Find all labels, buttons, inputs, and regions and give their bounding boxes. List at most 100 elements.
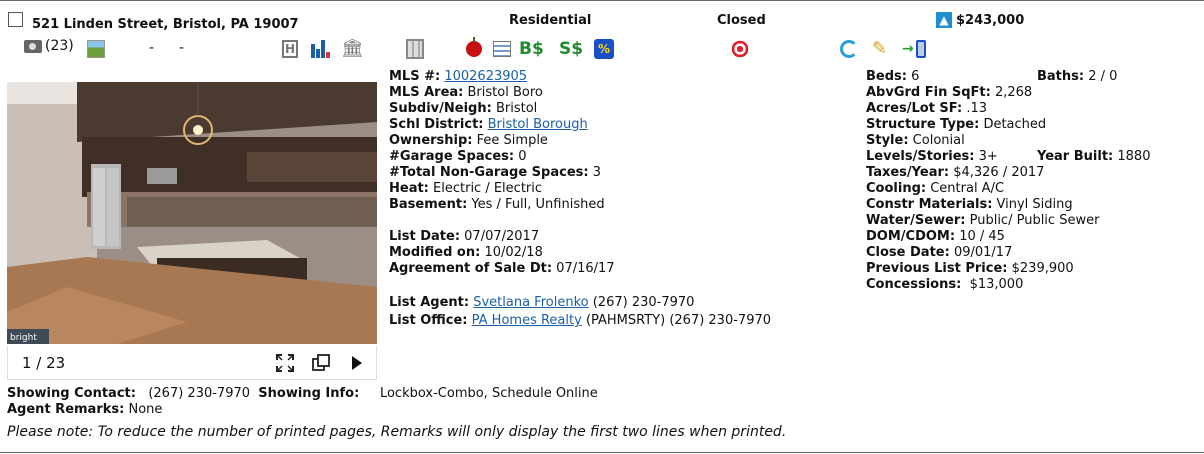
field-label: Baths: bbox=[1037, 69, 1085, 84]
listing-photo[interactable]: bright bbox=[7, 82, 377, 344]
field-label: #Total Non-Garage Spaces: bbox=[389, 165, 589, 180]
edit-button[interactable]: ✎ bbox=[872, 38, 892, 60]
fullscreen-button[interactable] bbox=[274, 352, 296, 374]
popout-button[interactable] bbox=[310, 352, 332, 374]
listing-status: Closed bbox=[717, 13, 766, 28]
field-label: Previous List Price: bbox=[866, 261, 1008, 276]
listing-price: ▲ $243,000 bbox=[936, 12, 1024, 28]
listing-details-right-extra: Baths: 2 / 0 Year Built: 1880 bbox=[1037, 69, 1150, 165]
schools-button[interactable] bbox=[466, 37, 482, 60]
showing-info-label: Showing Info: bbox=[258, 386, 360, 401]
photo-count-button[interactable]: (23) bbox=[24, 38, 74, 54]
refresh-icon bbox=[840, 40, 858, 58]
field-value: 07/16/17 bbox=[556, 261, 615, 276]
placeholder-dash: - bbox=[179, 40, 185, 56]
school-district-row: Schl District: Bristol Borough bbox=[389, 117, 771, 133]
listing-address[interactable]: 521 Linden Street, Bristol, PA 19007 bbox=[32, 17, 299, 32]
edit-icon: ✎ bbox=[872, 38, 888, 59]
year-built-row: Year Built: 1880 bbox=[1037, 149, 1150, 165]
popout-icon bbox=[312, 354, 330, 371]
list-agent-link[interactable]: Svetlana Frolenko bbox=[473, 295, 588, 310]
field-value: 6 bbox=[911, 69, 920, 84]
field-value: Bristol Boro bbox=[467, 85, 543, 100]
subdivision-row: Subdiv/Neigh: Bristol bbox=[389, 101, 771, 117]
construction-row: Constr Materials: Vinyl Siding bbox=[866, 197, 1099, 213]
map-icon bbox=[406, 39, 424, 59]
field-label: #Garage Spaces: bbox=[389, 149, 515, 164]
heat-row: Heat: Electric / Electric bbox=[389, 181, 771, 197]
field-label: Heat: bbox=[389, 181, 429, 196]
refresh-button[interactable] bbox=[840, 38, 858, 60]
kitchen-photo-image: bright bbox=[7, 82, 377, 344]
camera-icon bbox=[24, 39, 42, 53]
school-district-link[interactable]: Bristol Borough bbox=[488, 117, 588, 132]
target-button[interactable] bbox=[731, 38, 749, 60]
tax-records-button[interactable]: 🏛 bbox=[341, 38, 364, 60]
field-value: 3+ bbox=[978, 149, 998, 164]
list-date-row: List Date: 07/07/2017 bbox=[389, 229, 771, 245]
bottom-divider bbox=[0, 452, 1204, 453]
gallery-icon bbox=[87, 40, 105, 58]
placeholder-dash: - bbox=[149, 40, 155, 56]
field-value: 07/07/2017 bbox=[464, 229, 540, 244]
ownership-row: Ownership: Fee Simple bbox=[389, 133, 771, 149]
field-label: DOM/CDOM: bbox=[866, 229, 956, 244]
photo-count: (23) bbox=[45, 38, 74, 54]
property-type: Residential bbox=[509, 13, 592, 28]
field-value: Vinyl Siding bbox=[996, 197, 1073, 212]
school-apple-icon bbox=[466, 37, 482, 57]
non-garage-spaces-row: #Total Non-Garage Spaces: 3 bbox=[389, 165, 771, 181]
water-sewer-row: Water/Sewer: Public/ Public Sewer bbox=[866, 213, 1099, 229]
top-divider bbox=[0, 0, 1204, 1]
field-value: $13,000 bbox=[969, 277, 1024, 292]
showing-info-value: Lockbox-Combo, Schedule Online bbox=[379, 386, 598, 401]
mortgage-button[interactable]: % bbox=[594, 38, 614, 60]
field-value: Public/ Public Sewer bbox=[969, 213, 1100, 228]
map-button[interactable] bbox=[406, 38, 424, 60]
field-value: Colonial bbox=[912, 133, 965, 148]
agreement-date-row: Agreement of Sale Dt: 07/16/17 bbox=[389, 261, 771, 277]
field-label: Constr Materials: bbox=[866, 197, 993, 212]
field-value: 10/02/18 bbox=[484, 245, 543, 260]
field-label: AbvGrd Fin SqFt: bbox=[866, 85, 991, 100]
list-office-link[interactable]: PA Homes Realty bbox=[472, 313, 582, 328]
field-value: 2 / 0 bbox=[1088, 69, 1118, 84]
gallery-button[interactable] bbox=[87, 38, 105, 60]
field-value: 1880 bbox=[1117, 149, 1151, 164]
basement-row: Basement: Yes / Full, Unfinished bbox=[389, 197, 771, 213]
play-next-icon bbox=[352, 356, 362, 370]
next-photo-button[interactable] bbox=[346, 352, 368, 374]
listing-details-left: MLS #: 1002623905 MLS Area: Bristol Boro… bbox=[389, 69, 771, 329]
previous-price-row: Previous List Price: $239,900 bbox=[866, 261, 1099, 277]
field-label: Concessions: bbox=[866, 277, 962, 292]
target-icon bbox=[731, 40, 749, 58]
field-value: 10 / 45 bbox=[959, 229, 1005, 244]
field-label: List Agent: bbox=[389, 295, 470, 310]
percent-icon: % bbox=[594, 39, 614, 59]
taxes-row: Taxes/Year: $4,326 / 2017 bbox=[866, 165, 1099, 181]
document-button[interactable] bbox=[493, 38, 511, 60]
garage-spaces-row: #Garage Spaces: 0 bbox=[389, 149, 771, 165]
baths-row: Baths: 2 / 0 bbox=[1037, 69, 1150, 85]
field-value: Electric / Electric bbox=[433, 181, 543, 196]
history-button[interactable]: H bbox=[282, 38, 298, 60]
agent-remarks-row: Agent Remarks: None bbox=[7, 402, 162, 417]
seller-cost-button[interactable]: S$ bbox=[559, 38, 583, 60]
field-value: Fee Simple bbox=[476, 133, 548, 148]
field-label: Basement: bbox=[389, 197, 468, 212]
buyer-cost-button[interactable]: B$ bbox=[519, 38, 544, 60]
field-value: Bristol bbox=[495, 101, 538, 116]
mobile-button[interactable]: → bbox=[902, 38, 926, 60]
field-label: Beds: bbox=[866, 69, 907, 84]
field-label: List Date: bbox=[389, 229, 461, 244]
photo-navigation: 1 / 23 bbox=[7, 346, 377, 380]
concessions-row: Concessions: $13,000 bbox=[866, 277, 1099, 293]
chart-button[interactable] bbox=[311, 38, 330, 60]
select-checkbox[interactable] bbox=[8, 12, 23, 27]
field-value: $4,326 / 2017 bbox=[953, 165, 1045, 180]
mls-number-link[interactable]: 1002623905 bbox=[444, 69, 527, 84]
photo-watermark: bright bbox=[10, 333, 37, 343]
price-up-arrow-icon: ▲ bbox=[936, 12, 952, 28]
photo-counter: 1 / 23 bbox=[22, 354, 66, 372]
